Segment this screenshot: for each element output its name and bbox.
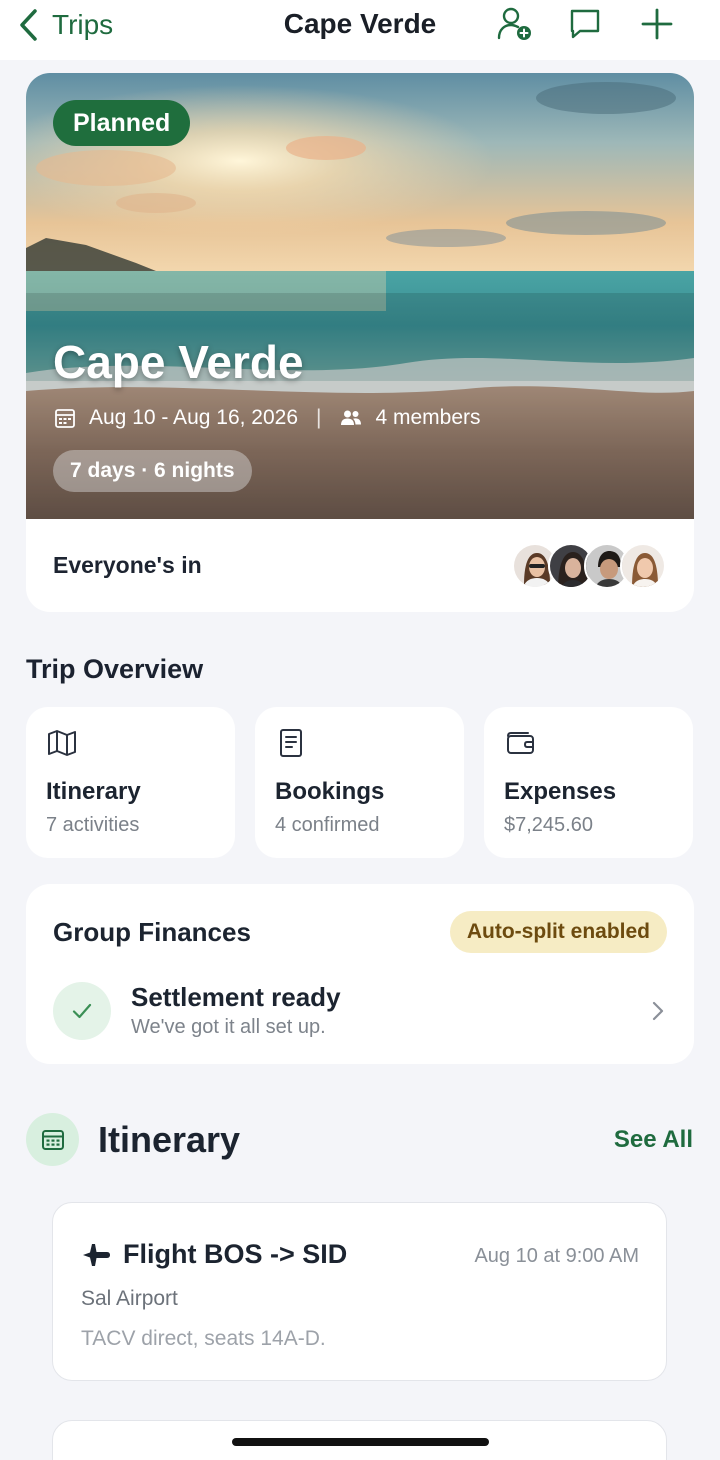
group-finances-title: Group Finances: [53, 917, 251, 947]
wallet-icon: [507, 732, 534, 754]
document-icon: [280, 729, 302, 757]
trip-status-badge: Planned: [53, 100, 191, 146]
group-finances-card: Group Finances Auto-split enabled Settle…: [26, 884, 694, 1064]
add-button[interactable]: [638, 5, 676, 43]
trip-overview-title: Trip Overview: [26, 654, 204, 684]
members-row[interactable]: Everyone's in: [26, 519, 694, 612]
event-time: Aug 10 at 9:00 AM: [474, 1245, 639, 1267]
top-nav-bar: Trips Cape Verde: [0, 0, 720, 60]
people-icon: [341, 410, 362, 425]
back-label: Trips: [52, 9, 114, 40]
itinerary-section-title: Itinerary: [98, 1119, 241, 1160]
trip-duration-chip: 7 days · 6 nights: [53, 450, 252, 492]
chevron-right-icon: [652, 1001, 664, 1021]
chat-icon: [570, 9, 600, 39]
settlement-row[interactable]: Settlement ready We've got it all set up…: [53, 982, 667, 1042]
trip-dates: Aug 10 - Aug 16, 2026: [89, 406, 299, 429]
map-icon: [48, 730, 76, 756]
overview-card-label: Bookings: [275, 778, 385, 805]
chevron-left-icon: [20, 9, 37, 41]
settlement-subtitle: We've got it all set up.: [131, 1016, 326, 1038]
event-location: Sal Airport: [81, 1287, 178, 1310]
trip-meta: Aug 10 - Aug 16, 2026 | 4 members: [53, 406, 481, 430]
settlement-title: Settlement ready: [131, 982, 341, 1012]
trip-card: Planned Cape Verde Aug 10 - Aug 16, 2026…: [26, 73, 694, 612]
members-status-label: Everyone's in: [53, 552, 202, 578]
checkmark-icon: [72, 1003, 92, 1019]
back-button[interactable]: Trips: [18, 6, 113, 44]
trip-members-count: 4 members: [375, 406, 481, 429]
plus-icon: [641, 8, 673, 40]
event-title: Flight BOS -> SID: [123, 1239, 348, 1269]
itinerary-section-icon: [26, 1113, 79, 1166]
overview-card-label: Itinerary: [46, 778, 141, 805]
overview-card-sub: 7 activities: [46, 814, 140, 836]
overview-card-sub: $7,245.60: [504, 814, 593, 836]
avatar: [620, 542, 666, 589]
itinerary-event-card[interactable]: Flight BOS -> SID Aug 10 at 9:00 AM Sal …: [52, 1202, 667, 1381]
calendar-icon: [55, 409, 75, 428]
member-avatars: [512, 542, 666, 589]
overview-card-itinerary[interactable]: Itinerary 7 activities: [26, 707, 235, 858]
overview-card-expenses[interactable]: Expenses $7,245.60: [484, 707, 693, 858]
overview-card-label: Expenses: [504, 778, 617, 805]
trip-hero-image: Planned Cape Verde Aug 10 - Aug 16, 2026…: [26, 73, 694, 519]
add-person-icon: [497, 7, 531, 40]
overview-card-sub: 4 confirmed: [275, 814, 380, 836]
home-indicator: [232, 1438, 489, 1446]
trip-name: Cape Verde: [53, 336, 304, 388]
overview-card-bookings[interactable]: Bookings 4 confirmed: [255, 707, 464, 858]
calendar-icon: [41, 1129, 64, 1150]
meta-divider: |: [316, 406, 322, 429]
chat-button[interactable]: [566, 5, 604, 43]
plane-icon: [83, 1244, 110, 1266]
add-member-button[interactable]: [496, 5, 534, 43]
event-note: TACV direct, seats 14A-D.: [81, 1327, 326, 1350]
see-all-link[interactable]: See All: [614, 1126, 693, 1154]
settlement-status-icon: [53, 982, 111, 1040]
auto-split-badge: Auto-split enabled: [449, 911, 667, 953]
